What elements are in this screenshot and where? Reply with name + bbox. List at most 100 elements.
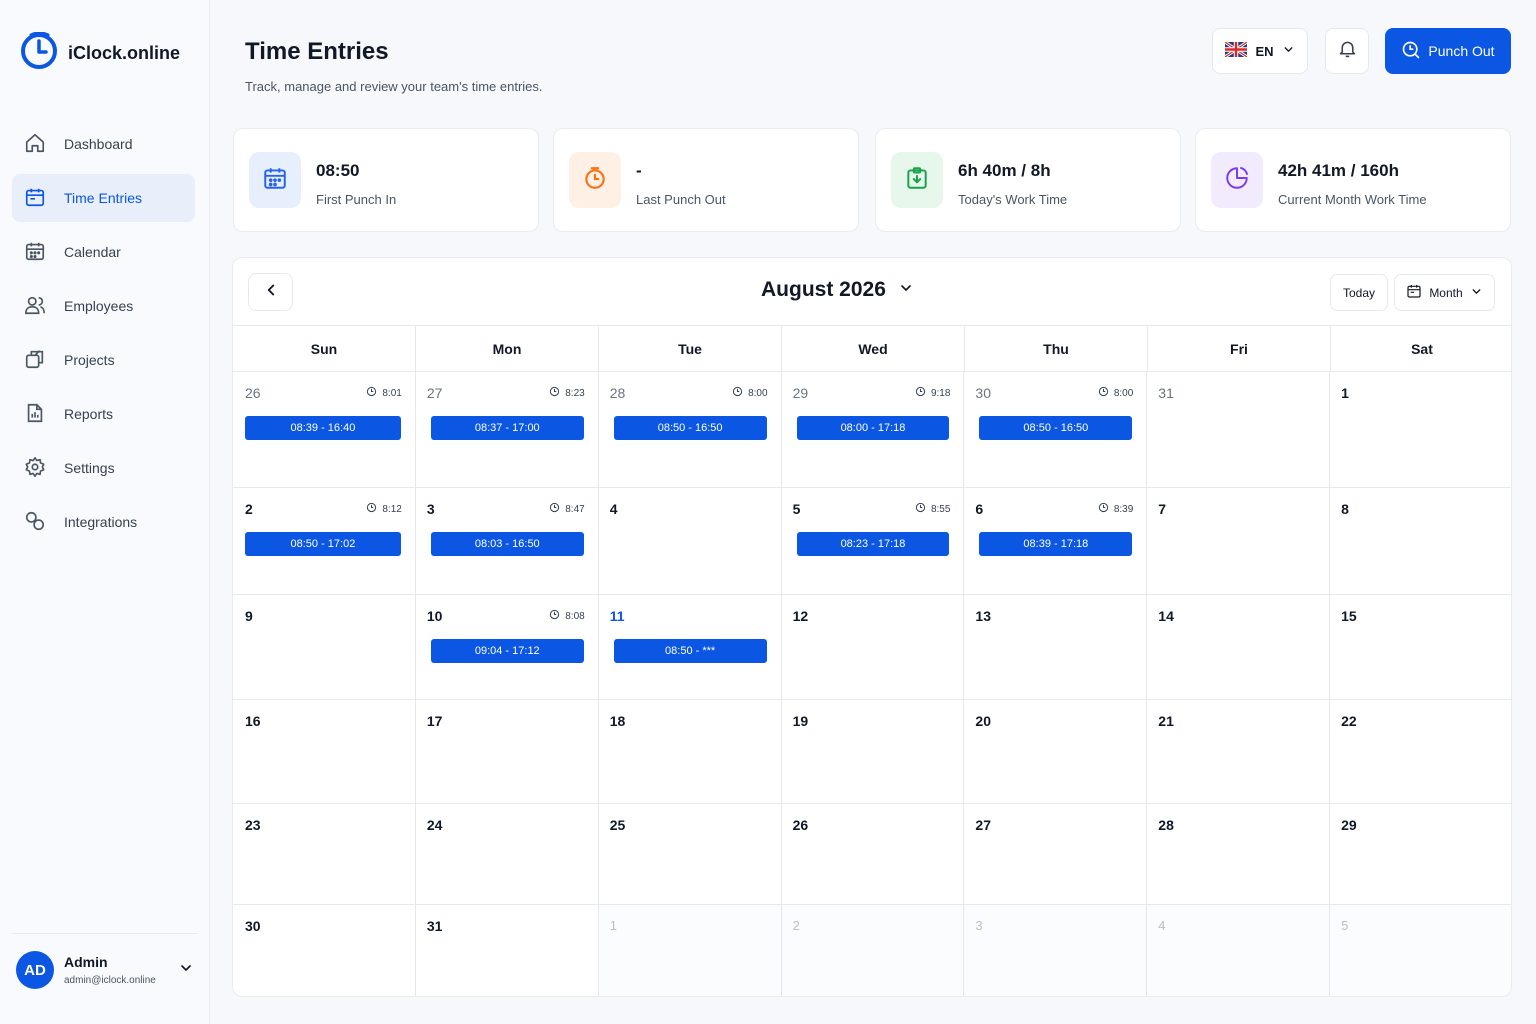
user-menu[interactable]: AD Admin admin@iclock.online	[16, 950, 194, 990]
sidebar-item-dashboard[interactable]: Dashboard	[12, 120, 195, 168]
notifications-button[interactable]	[1325, 28, 1369, 74]
view-selector[interactable]: Month	[1394, 274, 1495, 311]
calendar-day-cell[interactable]: 7	[1147, 488, 1331, 595]
calendar-day-cell[interactable]: 2 8:12 08:50 - 17:02	[233, 488, 416, 595]
calendar-day-cell[interactable]: 5 8:55 08:23 - 17:18	[781, 488, 965, 595]
calendar-day-cell[interactable]: 21	[1147, 700, 1331, 804]
calendar-day-cell[interactable]: 28 8:00 08:50 - 16:50	[598, 372, 782, 488]
clock-icon	[732, 386, 743, 400]
brand-name: iClock.online	[68, 43, 181, 63]
day-number: 3	[975, 918, 983, 933]
clock-search-icon	[1401, 40, 1421, 63]
calendar-day-cell[interactable]: 15	[1330, 595, 1511, 700]
language-selector[interactable]: EN	[1212, 28, 1308, 74]
time-entry-chip[interactable]: 08:23 - 17:18	[796, 532, 950, 556]
month-selector[interactable]: August 2026	[761, 278, 914, 302]
calendar-day-cell[interactable]: 29	[1330, 804, 1511, 905]
sidebar-nav: Dashboard Time Entries Calendar Employee…	[12, 120, 195, 552]
calendar-day-cell[interactable]: 20	[964, 700, 1148, 804]
calendar-day-cell[interactable]: 27	[964, 804, 1148, 905]
chevron-down-icon[interactable]	[178, 960, 194, 981]
calendar-day-cell[interactable]: 24	[415, 804, 599, 905]
calendar-day-cell[interactable]: 29 9:18 08:00 - 17:18	[781, 372, 965, 488]
sidebar-item-projects[interactable]: Projects	[12, 336, 195, 384]
today-button[interactable]: Today	[1330, 274, 1388, 311]
time-entry-chip[interactable]: 08:37 - 17:00	[430, 416, 584, 440]
day-number: 7	[1158, 501, 1167, 517]
day-number: 17	[426, 713, 443, 729]
day-number: 30	[975, 385, 991, 401]
calendar-day-cell[interactable]: 3 8:47 08:03 - 16:50	[415, 488, 599, 595]
weekday-label: Fri	[1148, 326, 1331, 371]
calendar-day-cell[interactable]: 3	[964, 905, 1148, 996]
time-entry-chip[interactable]: 08:50 - ***	[613, 639, 767, 663]
calendar-day-cell[interactable]: 18	[598, 700, 782, 804]
time-entry-chip[interactable]: 08:50 - 16:50	[979, 416, 1133, 440]
calendar-day-cell[interactable]: 1	[1330, 372, 1511, 488]
calendar-day-cell[interactable]: 30	[233, 905, 416, 996]
time-entry-chip[interactable]: 09:04 - 17:12	[430, 639, 584, 663]
calendar-day-cell[interactable]: 12	[781, 595, 965, 700]
punch-out-label: Punch Out	[1428, 43, 1495, 59]
calendar-day-cell[interactable]: 11 08:50 - ***	[598, 595, 782, 700]
day-number: 27	[975, 817, 991, 833]
calendar-day-cell[interactable]: 6 8:39 08:39 - 17:18	[964, 488, 1148, 595]
day-number: 19	[792, 713, 809, 729]
users-icon	[24, 294, 46, 319]
calendar-day-cell[interactable]: 8	[1330, 488, 1511, 595]
chevron-left-icon	[262, 281, 280, 304]
day-number: 12	[792, 608, 809, 624]
day-total-hours: 9:18	[915, 386, 950, 400]
calendar-day-cell[interactable]: 13	[964, 595, 1148, 700]
calendar-day-cell[interactable]: 31	[1147, 372, 1331, 488]
calendar-day-cell[interactable]: 10 8:08 09:04 - 17:12	[415, 595, 599, 700]
weekday-label: Mon	[416, 326, 599, 371]
time-entry-chip[interactable]: 08:39 - 16:40	[245, 416, 401, 440]
day-total-value: 8:55	[930, 503, 951, 515]
calendar-day-cell[interactable]: 19	[781, 700, 965, 804]
weekday-label: Sat	[1411, 340, 1433, 357]
calendar-day-cell[interactable]: 4	[598, 488, 782, 595]
sidebar-item-employees[interactable]: Employees	[12, 282, 195, 330]
calendar-day-cell[interactable]: 5	[1330, 905, 1511, 996]
stat-icon-box	[569, 152, 621, 208]
calendar-day-cell[interactable]: 4	[1147, 905, 1331, 996]
brand[interactable]: iClock.online	[20, 31, 181, 75]
day-number: 22	[1341, 713, 1357, 729]
calendar-day-cell[interactable]: 26	[781, 804, 965, 905]
time-entry-chip[interactable]: 08:03 - 16:50	[430, 532, 584, 556]
day-number: 5	[1341, 918, 1349, 933]
day-number: 10	[426, 608, 443, 624]
calendar-day-cell[interactable]: 2	[781, 905, 965, 996]
page-title: Time Entries	[245, 38, 389, 65]
previous-month-button[interactable]	[248, 273, 293, 311]
integrations-icon	[24, 510, 46, 535]
sidebar-item-time-entries[interactable]: Time Entries	[12, 174, 195, 222]
calendar-day-cell[interactable]: 9	[233, 595, 416, 700]
calendar-day-cell[interactable]: 31	[416, 905, 599, 996]
time-entry-chip[interactable]: 08:50 - 16:50	[613, 416, 767, 440]
calendar-day-cell[interactable]: 14	[1147, 595, 1331, 700]
time-entry-chip[interactable]: 08:50 - 17:02	[245, 532, 401, 556]
day-total-value: 8:08	[565, 610, 585, 622]
calendar-day-cell[interactable]: 27 8:23 08:37 - 17:00	[415, 372, 599, 488]
calendar-day-cell[interactable]: 17	[415, 700, 599, 804]
calendar-day-cell[interactable]: 30 8:00 08:50 - 16:50	[964, 372, 1148, 488]
calendar-day-cell[interactable]: 25	[598, 804, 782, 905]
sidebar-item-integrations[interactable]: Integrations	[12, 498, 195, 546]
calendar-day-cell[interactable]: 16	[233, 700, 416, 804]
punch-out-button[interactable]: Punch Out	[1385, 28, 1511, 74]
day-number: 9	[245, 608, 253, 624]
sidebar-item-reports[interactable]: Reports	[12, 390, 195, 438]
time-entry-chip[interactable]: 08:00 - 17:18	[796, 416, 950, 440]
sidebar-item-settings[interactable]: Settings	[12, 444, 195, 492]
time-entry-chip[interactable]: 08:39 - 17:18	[979, 532, 1133, 556]
calendar-day-cell[interactable]: 23	[233, 804, 416, 905]
calendar-day-cell[interactable]: 28	[1147, 804, 1331, 905]
sidebar-item-calendar[interactable]: Calendar	[12, 228, 195, 276]
stat-label: Today's Work Time	[958, 192, 1068, 207]
day-number: 29	[1341, 817, 1357, 833]
calendar-day-cell[interactable]: 26 8:01 08:39 - 16:40	[233, 372, 416, 488]
calendar-day-cell[interactable]: 22	[1330, 700, 1511, 804]
calendar-day-cell[interactable]: 1	[598, 905, 782, 996]
